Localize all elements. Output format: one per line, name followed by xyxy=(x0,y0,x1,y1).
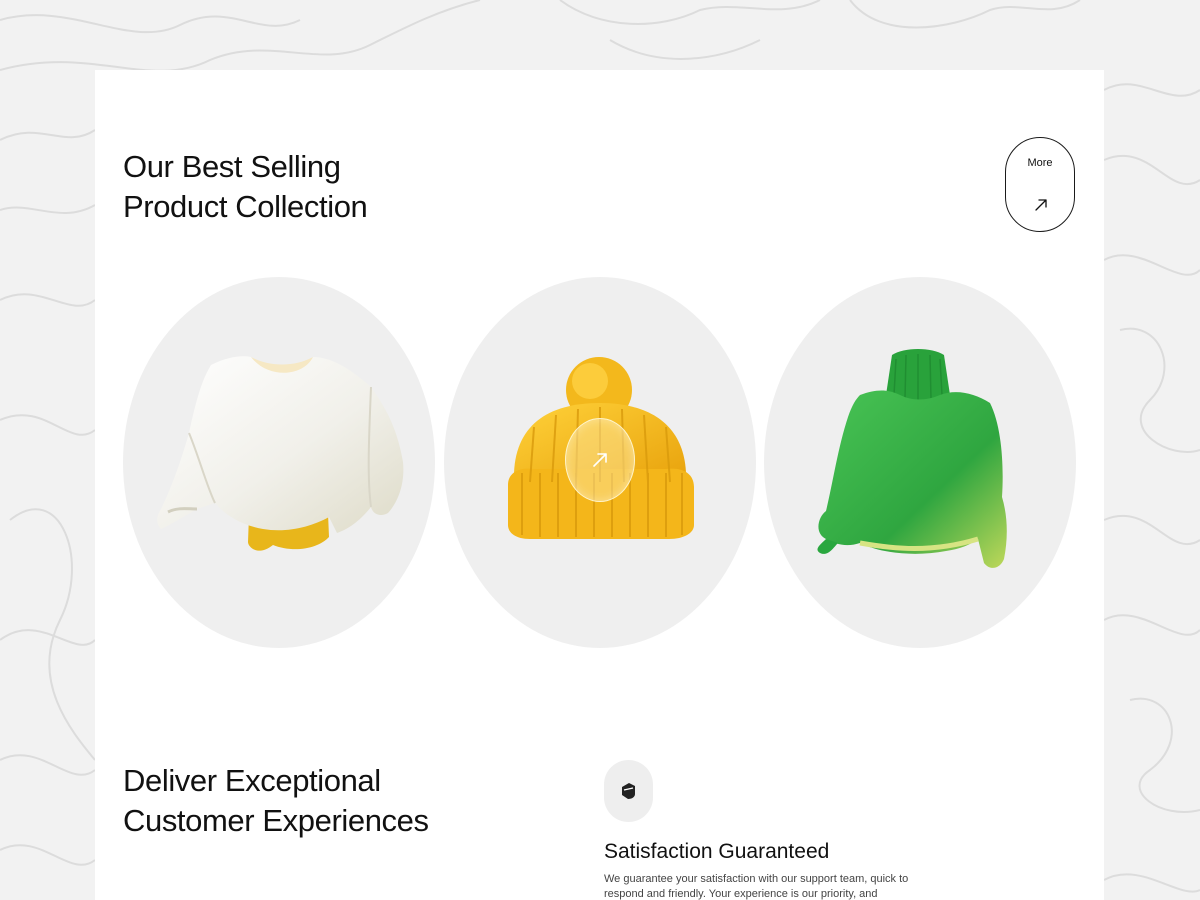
best-selling-title-line2: Product Collection xyxy=(123,189,368,224)
view-product-button[interactable] xyxy=(565,418,635,502)
feature-description: We guarantee your satisfaction with our … xyxy=(604,873,909,900)
customer-experience-title: Deliver Exceptional Customer Experiences xyxy=(123,761,429,841)
white-sweater-image xyxy=(157,356,404,551)
more-button[interactable]: More xyxy=(1005,137,1075,232)
customer-experience-title-line2: Customer Experiences xyxy=(123,803,429,838)
shield-icon xyxy=(622,783,635,799)
product-card-yellow-beanie[interactable] xyxy=(444,277,756,648)
product-card-white-sweater[interactable] xyxy=(123,277,435,648)
best-selling-title: Our Best Selling Product Collection xyxy=(123,147,368,227)
product-card-green-turtleneck[interactable] xyxy=(764,277,1076,648)
arrow-up-right-icon xyxy=(593,453,607,467)
feature-title: Satisfaction Guaranteed xyxy=(604,840,830,863)
content-card: Our Best Selling Product Collection More xyxy=(95,70,1104,900)
customer-experience-title-line1: Deliver Exceptional xyxy=(123,763,381,798)
feature-icon-badge xyxy=(604,760,653,822)
green-turtleneck-image xyxy=(817,349,1007,568)
more-button-label: More xyxy=(1027,157,1053,169)
arrow-up-right-icon xyxy=(1035,199,1047,211)
best-selling-title-line1: Our Best Selling xyxy=(123,149,341,184)
